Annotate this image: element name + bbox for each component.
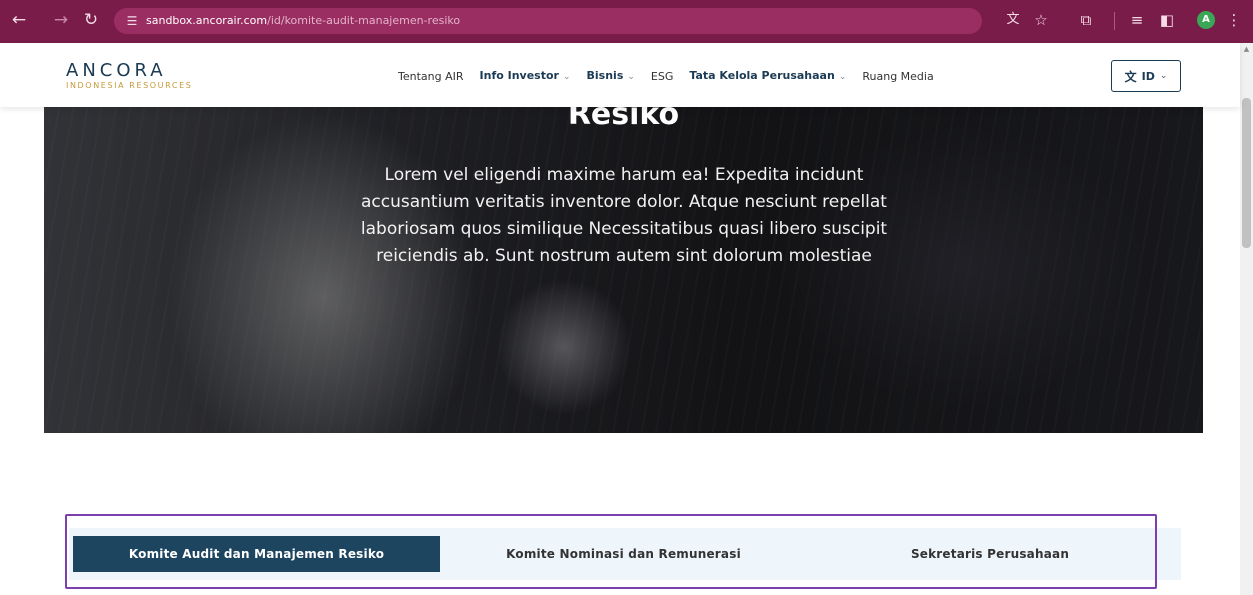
translate-icon[interactable]: 文 <box>1002 9 1024 31</box>
nav-label: Info Investor <box>479 69 559 82</box>
nav-bisnis[interactable]: Bisnis ⌄ <box>587 68 635 85</box>
address-bar-url[interactable]: sandbox.ancorair.com/id/komite-audit-man… <box>146 13 460 29</box>
nav-label: Ruang Media <box>862 69 934 83</box>
reload-icon[interactable]: ↻ <box>80 9 102 31</box>
bookmark-star-icon[interactable]: ☆ <box>1030 9 1052 31</box>
main-nav: Tentang AIR Info Investor ⌄ Bisnis ⌄ ESG T… <box>398 68 950 85</box>
nav-label: ESG <box>650 69 674 83</box>
highlight-frame <box>65 514 1157 589</box>
menu-dots-icon[interactable]: ⋮ <box>1223 9 1245 31</box>
nav-info-investor[interactable]: Info Investor ⌄ <box>480 68 571 85</box>
chevron-down-icon: ⌄ <box>627 72 635 82</box>
nav-tentang-air[interactable]: Tentang AIR <box>398 69 464 85</box>
hero-description: Lorem vel eligendi maxime harum ea! Expe… <box>360 165 888 266</box>
site-header: ANCORA INDONESIA RESOURCES Tentang AIR I… <box>0 43 1240 107</box>
hero-title: Resiko <box>567 107 680 132</box>
logo-tagline: INDONESIA RESOURCES <box>66 81 193 90</box>
forward-arrow-icon[interactable]: → <box>50 9 72 31</box>
nav-ruang-media[interactable]: Ruang Media <box>862 69 933 85</box>
language-label: ID <box>1141 69 1155 83</box>
chevron-down-icon: ⌄ <box>838 72 847 82</box>
ancora-logo[interactable]: ANCORA INDONESIA RESOURCES <box>66 62 192 91</box>
logo-wordmark: ANCORA <box>66 60 167 81</box>
profile-avatar[interactable]: A <box>1197 11 1215 29</box>
url-path: /id/komite-audit-manajemen-resiko <box>267 14 461 27</box>
scroll-thumb[interactable] <box>1242 98 1251 248</box>
extensions-icon[interactable]: ⧉ <box>1075 9 1097 31</box>
nav-label: Bisnis <box>586 69 624 82</box>
chevron-down-icon: ⌄ <box>1159 71 1168 81</box>
chevron-down-icon: ⌄ <box>562 72 571 82</box>
nav-tata-kelola[interactable]: Tata Kelola Perusahaan ⌄ <box>689 68 846 85</box>
translate-icon: 文 <box>1124 69 1137 84</box>
nav-label: Tentang AIR <box>398 69 464 83</box>
address-bar[interactable]: ☰ sandbox.ancorair.com/id/komite-audit-m… <box>114 8 982 34</box>
url-host: sandbox.ancorair.com <box>146 14 268 27</box>
site-settings-icon[interactable]: ☰ <box>124 13 140 29</box>
browser-toolbar: ← → ↻ ☰ sandbox.ancorair.com/id/komite-a… <box>0 0 1253 43</box>
scroll-up-arrow-icon[interactable]: ▲ <box>1240 43 1253 55</box>
toolbar-divider <box>1114 12 1115 30</box>
reading-list-icon[interactable]: ≡ <box>1126 9 1148 31</box>
hero-banner: Resiko Lorem vel eligendi maxime harum e… <box>44 107 1203 433</box>
hero-overlay <box>44 107 1203 433</box>
nav-label: Tata Kelola Perusahaan <box>689 69 835 82</box>
back-arrow-icon[interactable]: ← <box>8 9 30 31</box>
language-selector[interactable]: 文 ID ⌄ <box>1111 60 1181 92</box>
side-panel-icon[interactable]: ◧ <box>1156 9 1178 31</box>
page-scrollbar[interactable]: ▲ <box>1240 43 1253 595</box>
nav-esg[interactable]: ESG <box>651 69 673 85</box>
